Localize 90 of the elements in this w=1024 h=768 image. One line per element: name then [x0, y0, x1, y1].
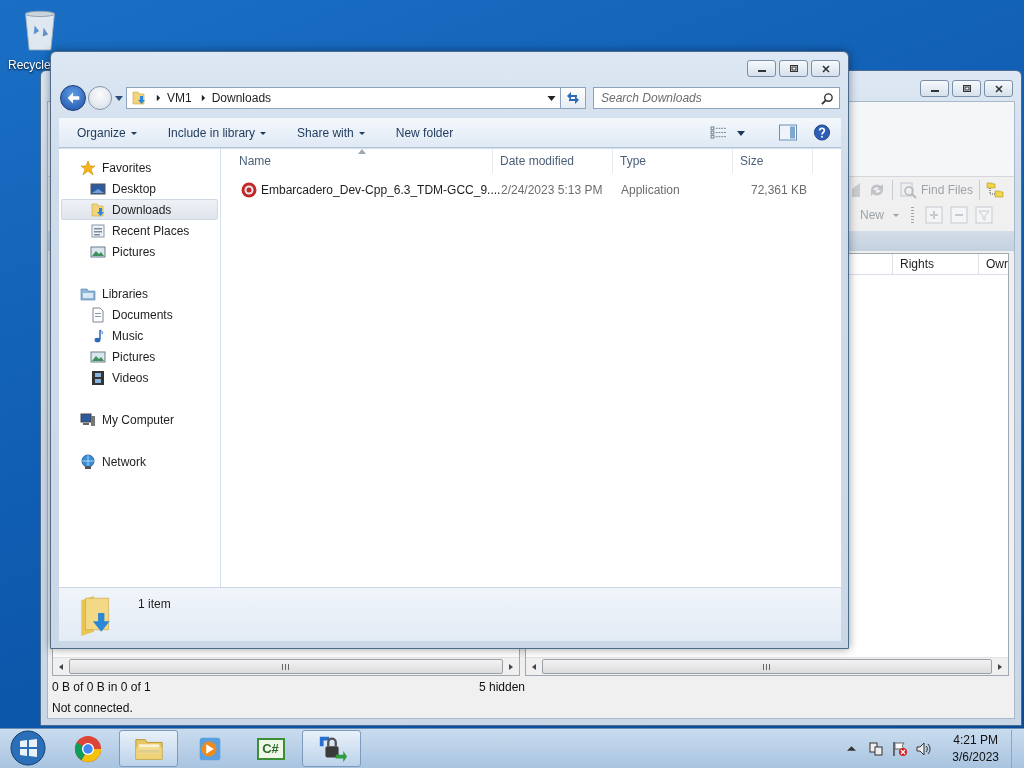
- right-arrow-icon[interactable]: [509, 663, 513, 670]
- close-icon: [993, 83, 1004, 94]
- minimize-icon: [930, 90, 939, 92]
- restore-icon: [788, 63, 799, 74]
- maximize-button[interactable]: [779, 60, 808, 77]
- nav-item[interactable]: Libraries: [61, 283, 218, 304]
- command-button[interactable]: Include in library: [159, 120, 276, 145]
- restore-icon: [961, 83, 972, 94]
- help-icon[interactable]: [813, 124, 831, 141]
- start-button[interactable]: [8, 729, 48, 768]
- breadcrumb-item[interactable]: VM1: [167, 91, 192, 105]
- sort-arrow-icon: [358, 149, 366, 154]
- column-header[interactable]: Date modified: [493, 149, 613, 173]
- left-arrow-icon[interactable]: [59, 663, 63, 670]
- nav-item[interactable]: Downloads: [61, 199, 218, 220]
- chevron-icon[interactable]: [156, 94, 161, 102]
- app-icon: [241, 182, 257, 198]
- browser-icon: [72, 733, 103, 764]
- find-icon: [899, 180, 917, 199]
- film-icon: [90, 369, 106, 386]
- column-header[interactable]: Size: [733, 149, 813, 173]
- pictures-icon: [90, 243, 106, 260]
- library-icon: [80, 285, 96, 302]
- connection-status: Not connected.: [52, 700, 133, 715]
- breadcrumb-item[interactable]: Downloads: [211, 91, 272, 105]
- selection-status: 0 B of 0 B in 0 of 1: [52, 679, 152, 694]
- volume-icon[interactable]: [916, 740, 933, 757]
- column-header[interactable]: Owr: [978, 254, 1008, 274]
- minimize-button[interactable]: [747, 60, 776, 77]
- preview-pane-icon[interactable]: [779, 124, 797, 141]
- close-button[interactable]: [811, 60, 840, 77]
- type-cell-text: Application: [620, 183, 681, 197]
- view-options-icon[interactable]: [710, 126, 727, 139]
- refresh-button[interactable]: [561, 87, 586, 109]
- close-icon: [820, 63, 831, 74]
- horizontal-scrollbar[interactable]: [53, 657, 519, 675]
- network-icon: [80, 453, 96, 470]
- command-button[interactable]: New folder: [387, 120, 462, 145]
- minimize-icon: [757, 70, 766, 72]
- item-count: 1 item: [138, 597, 171, 611]
- maximize-button[interactable]: [952, 80, 981, 97]
- caret-icon[interactable]: [737, 128, 745, 137]
- command-button[interactable]: Organize: [69, 120, 146, 145]
- search-field[interactable]: Search Downloads: [593, 87, 840, 109]
- nav-item[interactable]: Desktop: [61, 178, 218, 199]
- hidden-count: 5 hidden: [479, 679, 526, 694]
- nav-item[interactable]: Pictures: [61, 241, 218, 262]
- windows-logo-icon: [10, 729, 46, 766]
- flag-icon[interactable]: [892, 740, 909, 757]
- size-cell-text: 72,361 KB: [749, 183, 808, 197]
- nav-item[interactable]: Network: [61, 451, 218, 472]
- computer-icon: [80, 411, 96, 428]
- horizontal-scrollbar[interactable]: [526, 657, 1008, 675]
- file-name: Embarcadero_Dev-Cpp_6.3_TDM-GCC_9....: [261, 183, 501, 197]
- nav-item[interactable]: Recent Places: [61, 220, 218, 241]
- document-icon: [90, 306, 106, 323]
- refresh-icon: [565, 90, 581, 106]
- nav-item[interactable]: Videos: [61, 367, 218, 388]
- minimize-button[interactable]: [920, 80, 949, 97]
- left-arrow-icon[interactable]: [532, 663, 536, 670]
- clock[interactable]: 4:21 PM 3/6/2023: [952, 731, 999, 766]
- command-button[interactable]: Share with: [289, 120, 374, 145]
- column-header[interactable]: Name: [232, 149, 493, 173]
- back-button[interactable]: [60, 85, 86, 111]
- nav-item[interactable]: Documents: [61, 304, 218, 325]
- close-button[interactable]: [984, 80, 1013, 97]
- taskbar-button[interactable]: C#: [241, 730, 300, 767]
- download-folder-icon: [90, 201, 106, 218]
- chevron-icon[interactable]: [200, 94, 206, 102]
- recent-places-icon: [90, 222, 106, 239]
- show-hidden-icons-icon[interactable]: [847, 744, 857, 753]
- recycle-bin-icon[interactable]: [22, 8, 58, 54]
- column-header[interactable]: Type: [613, 149, 733, 173]
- recycle-bin-label[interactable]: Recycle: [8, 58, 51, 72]
- nav-item[interactable]: Music: [61, 325, 218, 346]
- network-icon[interactable]: [868, 740, 885, 757]
- taskbar-button[interactable]: [302, 730, 361, 767]
- pictures-icon: [90, 348, 106, 365]
- address-bar[interactable]: VM1 Downloads: [126, 87, 561, 109]
- nav-item[interactable]: Pictures: [61, 346, 218, 367]
- column-header[interactable]: Rights: [892, 254, 978, 274]
- search-icon: [821, 92, 834, 105]
- nav-item[interactable]: Favorites: [61, 157, 218, 178]
- star-icon: [80, 159, 96, 176]
- right-arrow-icon[interactable]: [998, 663, 1002, 670]
- monitor-icon: [90, 180, 106, 197]
- csharp-icon: C#: [256, 737, 285, 760]
- download-folder-icon: [131, 90, 147, 106]
- file-row[interactable]: Embarcadero_Dev-Cpp_6.3_TDM-GCC_9....2/24/2023 5:13 PM Application 72,361 KB: [232, 178, 841, 202]
- nav-item[interactable]: My Computer: [61, 409, 218, 430]
